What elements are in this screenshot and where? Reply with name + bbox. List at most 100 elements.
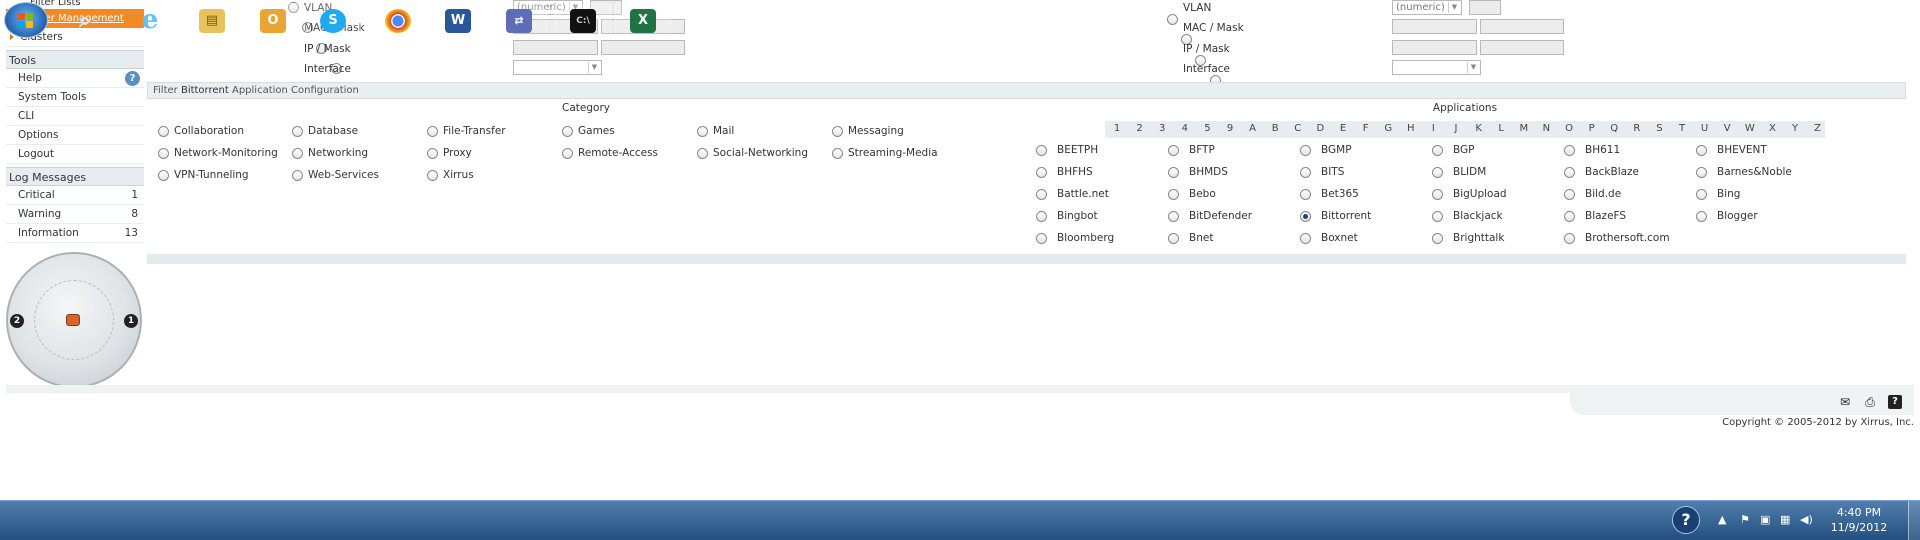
application-option[interactable]: BH611	[1564, 144, 1620, 156]
application-option[interactable]: Brothersoft.com	[1564, 232, 1670, 244]
application-radio[interactable]	[1168, 210, 1179, 222]
application-option[interactable]: BHFHS	[1036, 166, 1093, 178]
category-option[interactable]: Mail	[697, 125, 734, 137]
category-option[interactable]: Remote-Access	[562, 147, 658, 159]
application-option[interactable]: Bingbot	[1036, 210, 1098, 222]
category-radio[interactable]	[697, 147, 708, 159]
application-option[interactable]: BITS	[1300, 166, 1344, 178]
question-icon[interactable]: ?	[125, 71, 140, 86]
category-radio[interactable]	[427, 147, 438, 159]
alphabet-filter-link[interactable]: G	[1383, 123, 1393, 134]
mac-mask-input[interactable]	[1480, 19, 1564, 34]
alphabet-filter-link[interactable]: A	[1248, 123, 1258, 134]
category-radio[interactable]	[427, 125, 438, 137]
application-radio[interactable]	[1168, 188, 1179, 200]
category-option[interactable]: Messaging	[832, 125, 904, 137]
application-radio[interactable]	[1300, 232, 1311, 244]
category-option[interactable]: Xirrus	[427, 169, 474, 181]
alphabet-filter-link[interactable]: 2	[1135, 123, 1145, 134]
application-radio[interactable]	[1696, 166, 1707, 178]
application-option[interactable]: BackBlaze	[1564, 166, 1639, 178]
category-option[interactable]: Database	[292, 125, 358, 137]
alphabet-filter-link[interactable]: J	[1451, 123, 1461, 134]
network-icon[interactable]: ▦	[1780, 513, 1790, 526]
taskbar-word[interactable]: W	[430, 3, 486, 37]
application-option[interactable]: Bittorrent	[1300, 210, 1371, 222]
mac-input[interactable]	[1392, 19, 1477, 34]
log-item-critical[interactable]: Critical 1	[6, 186, 144, 205]
application-option[interactable]: Brighttalk	[1432, 232, 1504, 244]
category-option[interactable]: Proxy	[427, 147, 472, 159]
application-radio[interactable]	[1168, 232, 1179, 244]
log-item-information[interactable]: Information 13	[6, 224, 144, 243]
alphabet-filter-link[interactable]: 4	[1180, 123, 1190, 134]
category-option[interactable]: Networking	[292, 147, 368, 159]
log-item-warning[interactable]: Warning 8	[6, 205, 144, 224]
application-radio[interactable]	[1564, 188, 1575, 200]
application-option[interactable]: Barnes&Noble	[1696, 166, 1792, 178]
alphabet-filter-link[interactable]: 5	[1202, 123, 1212, 134]
category-radio[interactable]	[292, 125, 303, 137]
alphabet-filter-link[interactable]: Z	[1813, 123, 1823, 134]
category-option[interactable]: Collaboration	[158, 125, 244, 137]
alphabet-filter-link[interactable]: B	[1270, 123, 1280, 134]
application-option[interactable]: BGP	[1432, 144, 1475, 156]
volume-icon[interactable]: ◀)	[1800, 513, 1813, 526]
alphabet-filter-link[interactable]: U	[1700, 123, 1710, 134]
application-radio[interactable]	[1432, 210, 1443, 222]
category-option[interactable]: Streaming-Media	[832, 147, 938, 159]
category-option[interactable]: Social-Networking	[697, 147, 808, 159]
application-radio[interactable]	[1432, 188, 1443, 200]
taskbar-network-tool[interactable]: ⇄	[491, 3, 547, 37]
taskbar-excel[interactable]: X	[615, 3, 671, 37]
show-hidden-icons-icon[interactable]: ▲	[1718, 513, 1726, 526]
taskbar-file-explorer[interactable]: ▤	[184, 3, 240, 37]
alphabet-filter-link[interactable]: T	[1677, 123, 1687, 134]
application-option[interactable]: BHEVENT	[1696, 144, 1767, 156]
alphabet-filter-link[interactable]: X	[1767, 123, 1777, 134]
application-option[interactable]: Blogger	[1696, 210, 1758, 222]
application-radio[interactable]	[1564, 144, 1575, 156]
tray-app-icon[interactable]: ▣	[1760, 513, 1770, 526]
show-desktop-button[interactable]	[1908, 501, 1920, 540]
application-option[interactable]: BlazeFS	[1564, 210, 1626, 222]
application-radio[interactable]	[1564, 232, 1575, 244]
category-option[interactable]: File-Transfer	[427, 125, 506, 137]
category-radio[interactable]	[697, 125, 708, 137]
application-radio[interactable]	[1432, 166, 1443, 178]
sidebar-item-cli[interactable]: CLI	[6, 107, 144, 126]
application-radio[interactable]	[1036, 210, 1047, 222]
ip-mask-input[interactable]	[1480, 40, 1564, 55]
alphabet-filter-link[interactable]: R	[1632, 123, 1642, 134]
alphabet-filter-link[interactable]: Q	[1609, 123, 1619, 134]
alphabet-filter-link[interactable]: V	[1722, 123, 1732, 134]
taskbar-internet-explorer[interactable]: e	[123, 3, 179, 37]
ip-input[interactable]	[513, 40, 598, 55]
interface-select[interactable]: ▼	[513, 60, 602, 75]
application-option[interactable]: BEETPH	[1036, 144, 1098, 156]
application-option[interactable]: BFTP	[1168, 144, 1215, 156]
application-radio[interactable]	[1696, 144, 1707, 156]
category-radio[interactable]	[158, 147, 169, 159]
taskbar-outlook[interactable]: O	[245, 3, 301, 37]
application-radio[interactable]	[1036, 188, 1047, 200]
alphabet-filter-link[interactable]: W	[1745, 123, 1755, 134]
application-radio[interactable]	[1036, 166, 1047, 178]
alphabet-filter-link[interactable]: F	[1361, 123, 1371, 134]
application-option[interactable]: Battle.net	[1036, 188, 1109, 200]
application-radio[interactable]	[1168, 166, 1179, 178]
application-radio[interactable]	[1696, 210, 1707, 222]
category-radio[interactable]	[562, 125, 573, 137]
category-radio[interactable]	[832, 147, 843, 159]
taskbar-skype[interactable]: S	[305, 3, 361, 37]
alphabet-filter-link[interactable]: C	[1293, 123, 1303, 134]
application-option[interactable]: BLIDM	[1432, 166, 1486, 178]
category-radio[interactable]	[292, 147, 303, 159]
application-radio[interactable]	[1036, 232, 1047, 244]
category-radio[interactable]	[832, 125, 843, 137]
start-button[interactable]	[4, 2, 48, 38]
application-option[interactable]: Bnet	[1168, 232, 1213, 244]
taskbar-search-magnifier[interactable]: ⌕	[58, 3, 114, 37]
vlan-input[interactable]	[1469, 0, 1501, 15]
alphabet-filter-link[interactable]: I	[1428, 123, 1438, 134]
